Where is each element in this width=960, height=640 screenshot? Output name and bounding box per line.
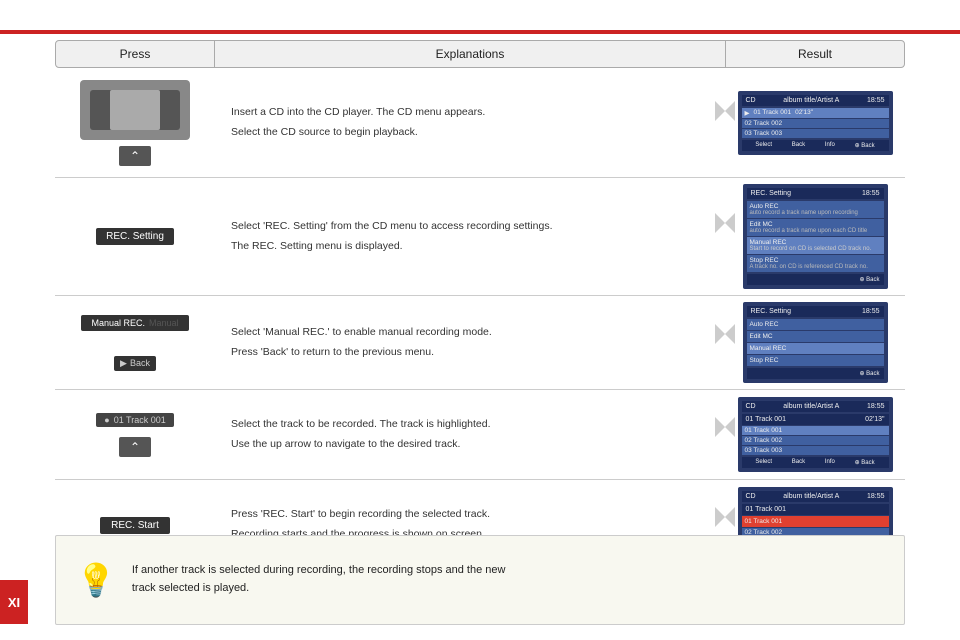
header-row: Press Explanations Result	[55, 40, 905, 68]
bottom-note: 💡 If another track is selected during re…	[55, 535, 905, 625]
cd-screen-1: CD album title/Artist A 18:55 ▶ 01 Track…	[738, 91, 893, 155]
manual-rec-button[interactable]: Manual REC. Manual	[81, 315, 188, 331]
screen-header-2: CD album title/Artist A 18:55	[742, 401, 889, 412]
lightbulb-icon: 💡	[76, 561, 116, 599]
screen-header-3: CD album title/Artist A 18:55	[742, 491, 889, 502]
result-col-3: REC. Setting 18:55 Auto REC Edit MC Manu…	[725, 296, 905, 389]
top-decorative-bar	[0, 30, 960, 34]
press-col-4: ● 01 Track 001 ⌃	[55, 390, 215, 479]
screen-footer-2: Select Back Info ⊕ Back	[742, 457, 889, 468]
screen-track-row-4: 03 Track 003	[742, 446, 889, 455]
note-text: If another track is selected during reco…	[132, 562, 506, 597]
content-area: ⌃ Insert a CD into the CD player. The CD…	[55, 68, 905, 520]
table-row: ● 01 Track 001 ⌃ Select the track to be …	[55, 390, 905, 480]
screen-track-row-2: 01 Track 001	[742, 426, 889, 435]
screen-header: CD album title/Artist A 18:55	[742, 95, 889, 106]
chapter-marker: XI	[0, 580, 28, 624]
screen-footer: Select Back Info ⊕ Back	[742, 140, 889, 151]
rec-start-button[interactable]: REC. Start	[100, 517, 170, 534]
screen-track-row-3: 02 Track 002	[742, 436, 889, 445]
header-press: Press	[55, 40, 215, 68]
press-col-3: Manual REC. Manual ▶ Back	[55, 296, 215, 389]
cd-screen-2: CD album title/Artist A 18:55 01 Track 0…	[738, 397, 893, 472]
explanation-col-2: Select 'REC. Setting' from the CD menu t…	[215, 178, 725, 295]
header-result: Result	[725, 40, 905, 68]
header-explanations: Explanations	[215, 40, 725, 68]
table-row: ⌃ Insert a CD into the CD player. The CD…	[55, 68, 905, 178]
screen-track-row: 03 Track 003	[742, 129, 889, 138]
result-col-1: CD album title/Artist A 18:55 ▶ 01 Track…	[725, 68, 905, 177]
track-001-button[interactable]: ● 01 Track 001	[96, 413, 173, 427]
table-row: Manual REC. Manual ▶ Back Select 'Manual…	[55, 296, 905, 390]
result-col-2: REC. Setting 18:55 Auto REC auto record …	[725, 178, 905, 295]
result-col-4: CD album title/Artist A 18:55 01 Track 0…	[725, 390, 905, 479]
cd-slot	[110, 90, 160, 130]
table-row: REC. Setting Select 'REC. Setting' from …	[55, 178, 905, 296]
explanation-col-4: Select the track to be recorded. The tra…	[215, 390, 725, 479]
back-button[interactable]: ▶ Back	[114, 356, 156, 371]
up-arrow-button[interactable]: ⌃	[119, 146, 151, 166]
cd-device-image	[80, 80, 190, 140]
up-arrow-button-2[interactable]: ⌃	[119, 437, 151, 457]
screen-track-row: ▶ 01 Track 001 02'13"	[742, 108, 889, 118]
press-col-2: REC. Setting	[55, 178, 215, 295]
rec-setting-button[interactable]: REC. Setting	[96, 228, 174, 245]
explanation-col-1: Insert a CD into the CD player. The CD m…	[215, 68, 725, 177]
press-col-1: ⌃	[55, 68, 215, 177]
rec-setting-screen: REC. Setting 18:55 Auto REC auto record …	[743, 184, 888, 289]
screen-track-row: 02 Track 002	[742, 119, 889, 128]
explanation-col-3: Select 'Manual REC.' to enable manual re…	[215, 296, 725, 389]
